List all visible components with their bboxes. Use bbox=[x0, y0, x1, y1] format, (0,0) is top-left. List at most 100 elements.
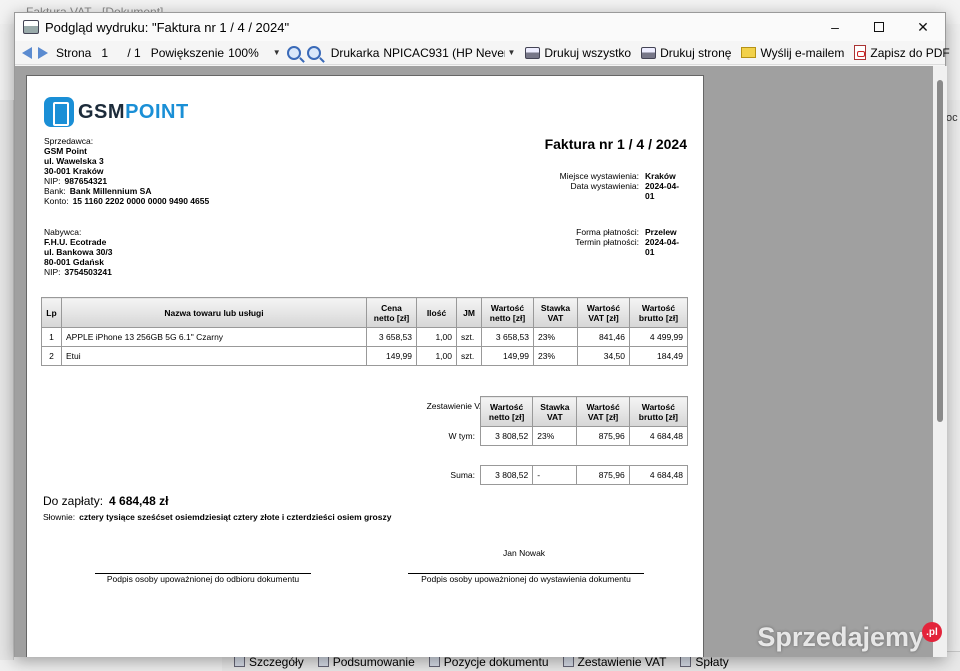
details-icon bbox=[234, 656, 245, 667]
seller-block: Sprzedawca: GSM Point ul. Wawelska 3 30-… bbox=[44, 136, 209, 206]
vertical-scrollbar[interactable] bbox=[933, 66, 947, 657]
percent-icon bbox=[562, 656, 574, 667]
prev-page-button[interactable] bbox=[17, 46, 35, 59]
seller-bank: Bank Millennium SA bbox=[69, 186, 152, 196]
printer-select[interactable]: NPICAC931 (HP Neverstc ▼ bbox=[383, 46, 515, 60]
payment-block: Forma płatności: Przelew Termin płatności… bbox=[575, 227, 687, 257]
vat-summary-table: Wartość netto [zł] Stawka VAT Wartość VAT [… bbox=[479, 396, 689, 446]
seller-nip-label: NIP: bbox=[44, 176, 61, 186]
arrow-left-icon bbox=[22, 46, 32, 59]
chevron-down-icon: ▼ bbox=[507, 48, 516, 57]
seller-account-label: Konto: bbox=[44, 196, 69, 206]
zoom-group: Powiększenie 100% ▼ bbox=[148, 46, 284, 60]
col-qty: Ilość bbox=[416, 297, 457, 328]
seller-bank-label: Bank: bbox=[44, 186, 66, 196]
seller-heading: Sprzedawca: bbox=[44, 136, 94, 146]
signer-name: Jan Nowak bbox=[503, 548, 546, 558]
zoom-in-icon bbox=[306, 45, 321, 60]
page-total: / 1 bbox=[127, 45, 141, 60]
issue-place-label: Miejsce wystawienia: bbox=[559, 171, 639, 181]
zoom-out-icon bbox=[286, 45, 301, 60]
envelope-icon bbox=[741, 47, 757, 58]
issuer-sign-caption: Podpis osoby upoważnionej do wystawienia… bbox=[421, 574, 631, 584]
printer-icon bbox=[525, 46, 541, 59]
buyer-street: ul. Bankowa 30/3 bbox=[44, 247, 113, 257]
payment-term: 2024-04-01 bbox=[645, 237, 680, 257]
invoice-page: GSMPOINT Faktura nr 1 / 4 / 2024 Sprzeda… bbox=[26, 75, 704, 657]
save-pdf-button[interactable]: Zapisz do PDF bbox=[851, 45, 952, 60]
dialog-title: Podgląd wydruku: "Faktura nr 1 / 4 / 202… bbox=[45, 19, 290, 35]
zoom-label: Powiększenie bbox=[150, 45, 225, 60]
page-label: Strona bbox=[56, 45, 92, 60]
buyer-block: Nabywca: F.H.U. Ecotrade ul. Bankowa 30/… bbox=[44, 227, 113, 277]
seller-city: 30-001 Kraków bbox=[44, 166, 104, 176]
zoom-in-button[interactable] bbox=[304, 45, 324, 60]
issue-place: Kraków bbox=[645, 171, 676, 181]
background-right-label: oc bbox=[946, 112, 958, 124]
issue-date-label: Data wystawienia: bbox=[570, 181, 639, 191]
close-button[interactable]: ✕ bbox=[901, 13, 945, 41]
payment-form: Przelew bbox=[645, 227, 677, 237]
logo-point: POINT bbox=[125, 100, 189, 123]
pdf-icon bbox=[854, 45, 867, 60]
maximize-button[interactable] bbox=[857, 13, 901, 41]
seller-account: 15 1160 2202 0000 0000 9490 4655 bbox=[72, 196, 210, 206]
vat-suma-label: Suma: bbox=[450, 470, 475, 480]
minimize-button[interactable]: – bbox=[813, 13, 857, 41]
table-row: 1 APPLE iPhone 13 256GB 5G 6.1" Czarny 3… bbox=[41, 327, 688, 347]
scrollbar-thumb[interactable] bbox=[937, 80, 943, 422]
items-icon bbox=[428, 656, 440, 667]
buyer-heading: Nabywca: bbox=[44, 227, 82, 237]
col-unit: JM bbox=[456, 297, 482, 328]
vat-sum-table: 3 808,52 - 875,96 4 684,48 bbox=[479, 465, 689, 485]
seller-nip: 987654321 bbox=[64, 176, 108, 186]
amount-due-label: Do zapłaty: bbox=[43, 494, 104, 508]
background-left-panel bbox=[0, 100, 14, 660]
buyer-city: 80-001 Gdańsk bbox=[44, 257, 105, 267]
print-page-button[interactable]: Drukuj stronę bbox=[638, 46, 734, 60]
printer-group: Drukarka NPICAC931 (HP Neverstc ▼ bbox=[328, 46, 519, 60]
payments-icon bbox=[680, 656, 692, 667]
receiver-sign-caption: Podpis osoby upoważnionej do odbioru dok… bbox=[106, 574, 300, 584]
amount-words-value: cztery tysiące sześćset osiemdziesiąt cz… bbox=[79, 512, 392, 522]
amount-due-value: 4 684,48 zł bbox=[109, 494, 169, 508]
send-email-button[interactable]: Wyślij e-mailem bbox=[738, 46, 847, 60]
company-logo: GSMPOINT bbox=[44, 97, 189, 127]
vat-wtym-row: 3 808,52 23% 875,96 4 684,48 bbox=[479, 426, 689, 446]
printer-icon bbox=[641, 46, 657, 59]
col-net-price: Cena netto [zł] bbox=[366, 297, 417, 328]
next-page-button[interactable] bbox=[35, 46, 53, 59]
col-vat-rate: Stawka VAT bbox=[533, 297, 578, 328]
col-gross: Wartość brutto [zł] bbox=[629, 297, 688, 328]
buyer-nip-label: NIP: bbox=[44, 267, 61, 277]
invoice-title: Faktura nr 1 / 4 / 2024 bbox=[544, 136, 687, 152]
col-lp: Lp bbox=[41, 297, 62, 328]
table-row: 2 Etui 149,99 1,00 szt. 149,99 23% 34,50… bbox=[41, 346, 688, 366]
print-all-button[interactable]: Drukuj wszystko bbox=[522, 46, 634, 60]
col-name: Nazwa towaru lub usługi bbox=[61, 297, 367, 328]
amount-due: Do zapłaty: 4 684,48 zł bbox=[43, 494, 168, 508]
items-table: Lp Nazwa towaru lub usługi Cena netto [zł… bbox=[41, 297, 688, 366]
phone-icon bbox=[44, 97, 74, 127]
printer-icon bbox=[23, 20, 39, 34]
print-preview-dialog: Podgląd wydruku: "Faktura nr 1 / 4 / 202… bbox=[14, 12, 950, 657]
vat-wtym-label: W tym: bbox=[448, 431, 475, 441]
dialog-titlebar: Podgląd wydruku: "Faktura nr 1 / 4 / 202… bbox=[15, 13, 945, 41]
summary-icon bbox=[317, 656, 329, 667]
col-vat-value: Wartość VAT [zł] bbox=[577, 297, 630, 328]
buyer-nip: 3754503241 bbox=[64, 267, 112, 277]
page-group: Strona 1 / 1 bbox=[53, 46, 144, 60]
background-right-panel: oc bbox=[945, 100, 960, 660]
payment-form-label: Forma płatności: bbox=[576, 227, 639, 237]
amount-words-label: Słownie: bbox=[43, 512, 76, 522]
zoom-out-button[interactable] bbox=[284, 45, 304, 60]
issue-block: Miejsce wystawienia: Kraków Data wystawie… bbox=[560, 171, 687, 201]
seller-street: ul. Wawelska 3 bbox=[44, 156, 104, 166]
chevron-down-icon: ▼ bbox=[272, 48, 281, 57]
printer-label: Drukarka bbox=[330, 45, 380, 60]
preview-area[interactable]: GSMPOINT Faktura nr 1 / 4 / 2024 Sprzeda… bbox=[15, 66, 947, 657]
zoom-select[interactable]: 100% ▼ bbox=[228, 46, 281, 60]
watermark-logo: Sprzedajemy .pl bbox=[757, 622, 942, 653]
payment-term-label: Termin płatności: bbox=[575, 237, 639, 247]
page-input[interactable]: 1 bbox=[95, 46, 123, 60]
